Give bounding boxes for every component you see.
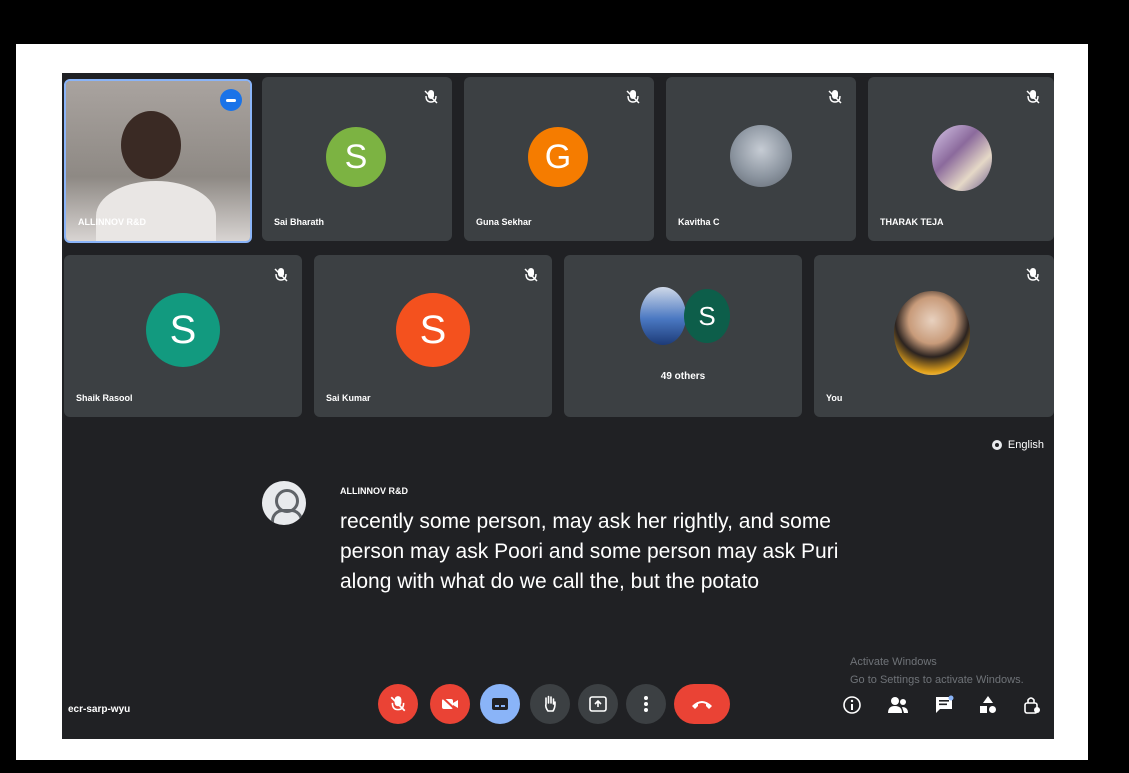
more-vert-icon xyxy=(644,696,648,712)
chat-button[interactable] xyxy=(930,691,958,719)
others-count: 49 others xyxy=(660,371,706,382)
watermark-title: Activate Windows xyxy=(850,656,937,668)
avatar: S xyxy=(396,293,470,367)
participant-name: ALLINNOV R&D xyxy=(78,217,146,227)
settings-icon xyxy=(991,440,1002,450)
participant-name: Sai Kumar xyxy=(326,393,371,403)
participant-tile[interactable]: G Guna Sekhar xyxy=(464,77,654,241)
microphone-button[interactable] xyxy=(378,684,418,724)
host-controls-button[interactable] xyxy=(1018,691,1046,719)
present-screen-icon xyxy=(589,696,607,712)
mic-off-icon xyxy=(828,90,842,104)
profile-photo xyxy=(640,287,686,345)
caption-speaker: ALLINNOV R&D xyxy=(340,486,408,496)
participant-name: Shaik Rasool xyxy=(76,393,133,403)
info-icon xyxy=(843,696,861,714)
caption-language: English xyxy=(1007,439,1044,451)
caption-language-selector[interactable]: English xyxy=(991,439,1044,451)
mic-off-icon xyxy=(274,268,288,282)
hand-icon xyxy=(544,695,556,712)
avatar: S xyxy=(326,127,386,187)
activities-icon xyxy=(980,696,996,713)
camera-off-icon xyxy=(441,696,458,712)
captions-button[interactable] xyxy=(480,684,520,724)
profile-photo xyxy=(894,291,970,375)
activation-watermark: Activate Windows Go to Settings to activ… xyxy=(850,653,1024,689)
participant-name: Guna Sekhar xyxy=(476,217,532,227)
caption-text: recently some person, may ask her rightl… xyxy=(340,510,839,593)
profile-photo xyxy=(932,125,992,191)
captions-icon xyxy=(492,698,508,710)
participant-name: THARAK TEJA xyxy=(880,217,944,227)
present-button[interactable] xyxy=(578,684,618,724)
watermark-subtitle: Go to Settings to activate Windows. xyxy=(850,674,1024,686)
avatar: S xyxy=(684,289,730,343)
end-call-button[interactable] xyxy=(674,684,730,724)
participant-tile[interactable]: ALLINNOV R&D xyxy=(64,79,252,243)
participant-tile[interactable]: Kavitha C xyxy=(666,77,856,241)
lock-person-icon xyxy=(1024,697,1040,714)
mic-off-icon xyxy=(524,268,538,282)
mic-off-icon xyxy=(626,90,640,104)
mic-off-icon xyxy=(390,696,406,712)
activities-button[interactable] xyxy=(974,691,1002,719)
participant-name: Kavitha C xyxy=(678,217,720,227)
speaking-indicator-icon xyxy=(220,89,242,111)
profile-photo xyxy=(730,125,792,187)
people-icon xyxy=(888,697,908,713)
meeting-code: ecr-sarp-wyu xyxy=(68,704,131,715)
participant-tile[interactable]: S Sai Bharath xyxy=(262,77,452,241)
speaker-avatar xyxy=(262,481,306,525)
more-options-button[interactable] xyxy=(626,684,666,724)
participant-tile[interactable]: S Sai Kumar xyxy=(314,255,552,417)
mic-off-icon xyxy=(1026,90,1040,104)
camera-button[interactable] xyxy=(430,684,470,724)
mic-off-icon xyxy=(424,90,438,104)
meeting-details-button[interactable] xyxy=(838,691,866,719)
participant-tile[interactable]: S Shaik Rasool xyxy=(64,255,302,417)
avatar: S xyxy=(146,293,220,367)
participant-tile[interactable]: You xyxy=(814,255,1054,417)
meeting-window: ALLINNOV R&D S Sai Bharath G Guna Sekhar… xyxy=(62,73,1054,739)
others-tile[interactable]: S 49 others xyxy=(564,255,802,417)
people-button[interactable] xyxy=(884,691,912,719)
participant-name: Sai Bharath xyxy=(274,217,325,227)
mic-off-icon xyxy=(1026,268,1040,282)
avatar: G xyxy=(528,127,588,187)
hang-up-icon xyxy=(692,701,712,709)
participant-name: You xyxy=(826,393,843,403)
raise-hand-button[interactable] xyxy=(530,684,570,724)
participant-tile[interactable]: THARAK TEJA xyxy=(868,77,1054,241)
chat-icon xyxy=(936,695,954,713)
